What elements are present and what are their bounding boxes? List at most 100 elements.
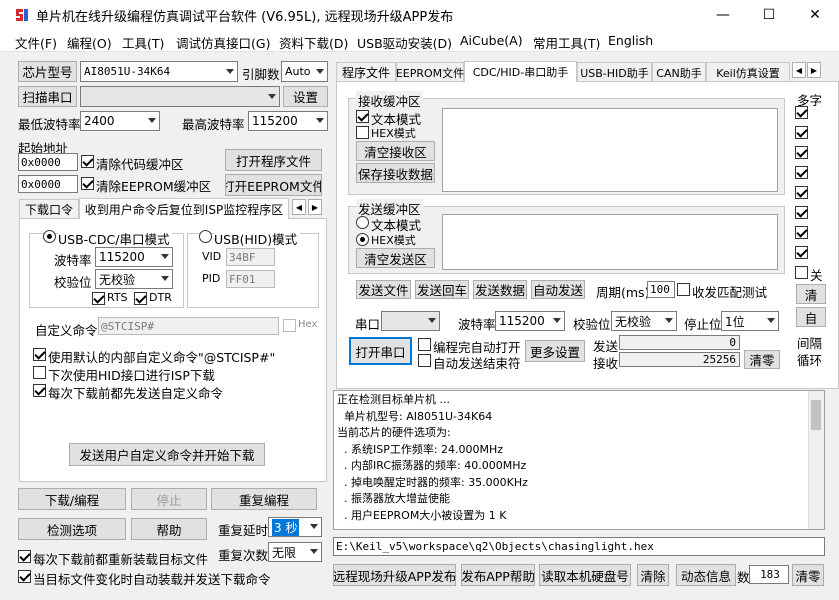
multi-send-checkbox-7[interactable] bbox=[795, 226, 808, 239]
eeprom-start-address-input[interactable]: 0x0000 bbox=[18, 175, 78, 193]
tx-hex-mode-radio[interactable] bbox=[356, 233, 369, 246]
usb-hid-radio[interactable] bbox=[199, 230, 212, 243]
multi-send-checkbox-1[interactable] bbox=[795, 106, 808, 119]
usb-cdc-radio[interactable] bbox=[43, 230, 56, 243]
auto-send-button[interactable]: 自动发送 bbox=[531, 280, 585, 299]
baud-select[interactable]: 115200 bbox=[95, 247, 173, 267]
tab-eeprom-file[interactable]: EEPROM文件 bbox=[396, 62, 464, 82]
more-settings-button[interactable]: 更多设置 bbox=[525, 340, 585, 362]
send-file-button[interactable]: 发送文件 bbox=[356, 280, 411, 299]
multi-send-checkbox-close[interactable] bbox=[795, 266, 808, 279]
multi-send-checkbox-8[interactable] bbox=[795, 246, 808, 259]
menu-file[interactable]: 文件(F) bbox=[15, 33, 57, 52]
log-scrollbar-thumb[interactable] bbox=[811, 400, 821, 430]
save-receive-button[interactable]: 保存接收数据 bbox=[356, 163, 435, 183]
rx-text-mode-checkbox[interactable] bbox=[356, 110, 369, 123]
tab-usb-hid[interactable]: USB-HID助手 bbox=[577, 62, 652, 82]
hex-checkbox[interactable] bbox=[283, 319, 296, 332]
reset-count-button[interactable]: 清零 bbox=[792, 564, 824, 586]
menu-program[interactable]: 编程(O) bbox=[67, 33, 112, 52]
dtr-checkbox[interactable] bbox=[134, 292, 147, 305]
multi-auto-button[interactable]: 自 bbox=[796, 307, 826, 327]
clear-log-button[interactable]: 清除 bbox=[637, 564, 669, 586]
right-port-select[interactable] bbox=[381, 311, 440, 331]
menu-usb-driver[interactable]: USB驱动安装(D) bbox=[357, 33, 452, 52]
menu-debug-interface[interactable]: 调试仿真接口(G) bbox=[176, 33, 270, 52]
auto-send-end-checkbox[interactable] bbox=[418, 354, 431, 367]
auto-open-checkbox[interactable] bbox=[418, 338, 431, 351]
send-textarea[interactable] bbox=[442, 214, 778, 270]
chip-type-button[interactable]: 芯片型号 bbox=[18, 61, 77, 82]
menu-common-tools[interactable]: 常用工具(T) bbox=[533, 33, 600, 52]
send-enter-button[interactable]: 发送回车 bbox=[415, 280, 469, 299]
detect-options-button[interactable]: 检测选项 bbox=[18, 518, 126, 540]
minimize-button[interactable]: — bbox=[700, 0, 746, 30]
pid-input[interactable]: FF01 bbox=[226, 270, 275, 288]
reload-before-download-checkbox[interactable] bbox=[18, 550, 31, 563]
dynamic-info-button[interactable]: 动态信息 bbox=[676, 564, 736, 586]
menu-english[interactable]: English bbox=[608, 33, 653, 48]
receive-textarea[interactable] bbox=[442, 108, 778, 192]
tab-reset-to-isp[interactable]: 收到用户命令后复位到ISP监控程序区 bbox=[79, 198, 289, 219]
multi-send-checkbox-6[interactable] bbox=[795, 206, 808, 219]
stop-bits-select[interactable]: 1位 bbox=[721, 311, 779, 331]
custom-command-input[interactable]: @STCISP# bbox=[98, 317, 279, 335]
tx-text-mode-radio[interactable] bbox=[356, 216, 369, 229]
multi-send-checkbox-2[interactable] bbox=[795, 126, 808, 139]
help-button[interactable]: 帮助 bbox=[131, 518, 207, 540]
read-disk-serial-button[interactable]: 读取本机硬盘号 bbox=[539, 564, 631, 586]
multi-send-checkbox-3[interactable] bbox=[795, 146, 808, 159]
multi-clear-button[interactable]: 清 bbox=[796, 284, 826, 304]
parity-select[interactable]: 无校验 bbox=[95, 269, 173, 289]
send-command-and-download-button[interactable]: 发送用户自定义命令并开始下载 bbox=[69, 443, 265, 466]
publish-app-button[interactable]: 远程现场升级APP发布 bbox=[333, 564, 456, 586]
hid-next-checkbox[interactable] bbox=[33, 366, 46, 379]
tab-download-password[interactable]: 下载口令 bbox=[19, 199, 79, 219]
right-parity-select[interactable]: 无校验 bbox=[611, 311, 677, 331]
vid-input[interactable]: 34BF bbox=[226, 248, 275, 266]
clear-counts-button[interactable]: 清零 bbox=[744, 350, 780, 369]
open-port-button[interactable]: 打开串口 bbox=[349, 337, 412, 365]
scan-port-button[interactable]: 扫描串口 bbox=[18, 86, 77, 107]
pin-count-select[interactable]: Auto bbox=[281, 61, 328, 82]
default-command-checkbox[interactable] bbox=[33, 348, 46, 361]
chip-type-select[interactable]: AI8051U-34K64 bbox=[80, 61, 238, 82]
reprogram-button[interactable]: 重复编程 bbox=[211, 488, 317, 510]
open-program-file-button[interactable]: 打开程序文件 bbox=[225, 149, 322, 171]
clear-receive-button[interactable]: 清空接收区 bbox=[356, 141, 435, 161]
publish-help-button[interactable]: 发布APP帮助 bbox=[461, 564, 535, 586]
send-before-download-checkbox[interactable] bbox=[33, 384, 46, 397]
max-baud-select[interactable]: 115200 bbox=[248, 111, 328, 131]
tab-scroll-left-icon[interactable]: ◀ bbox=[292, 199, 306, 215]
repeat-count-select[interactable]: 无限 bbox=[268, 542, 322, 562]
menu-tools[interactable]: 工具(T) bbox=[122, 33, 164, 52]
clear-eeprom-buffer-checkbox[interactable] bbox=[81, 177, 94, 190]
right-tab-scroll-right-icon[interactable]: ▶ bbox=[807, 62, 821, 78]
match-test-checkbox[interactable] bbox=[677, 283, 690, 296]
repeat-delay-select[interactable]: 3 秒 bbox=[268, 517, 322, 537]
multi-send-checkbox-5[interactable] bbox=[795, 186, 808, 199]
close-button[interactable]: ✕ bbox=[792, 0, 838, 30]
download-program-button[interactable]: 下载/编程 bbox=[18, 488, 126, 510]
stop-button[interactable]: 停止 bbox=[131, 488, 207, 510]
period-input[interactable]: 100 bbox=[647, 281, 675, 298]
open-eeprom-file-button[interactable]: 打开EEPROM文件 bbox=[225, 174, 322, 196]
tab-scroll-right-icon[interactable]: ▶ bbox=[308, 199, 322, 215]
rts-checkbox[interactable] bbox=[92, 292, 105, 305]
tab-program-file[interactable]: 程序文件 bbox=[336, 62, 396, 82]
code-start-address-input[interactable]: 0x0000 bbox=[18, 153, 78, 171]
tab-can[interactable]: CAN助手 bbox=[652, 62, 706, 82]
menu-downloads[interactable]: 资料下载(D) bbox=[279, 33, 348, 52]
settings-button[interactable]: 设置 bbox=[283, 86, 328, 107]
multi-send-checkbox-4[interactable] bbox=[795, 166, 808, 179]
rx-hex-mode-checkbox[interactable] bbox=[356, 126, 369, 139]
auto-reload-checkbox[interactable] bbox=[18, 570, 31, 583]
send-data-button[interactable]: 发送数据 bbox=[473, 280, 527, 299]
right-baud-select[interactable]: 115200 bbox=[495, 311, 565, 331]
clear-code-buffer-checkbox[interactable] bbox=[81, 155, 94, 168]
right-tab-scroll-left-icon[interactable]: ◀ bbox=[792, 62, 806, 78]
menu-aicube[interactable]: AiCube(A) bbox=[460, 33, 523, 48]
tab-keil-sim[interactable]: Keil仿真设置 bbox=[706, 62, 790, 82]
port-select[interactable] bbox=[80, 86, 280, 107]
tab-cdc-hid-serial[interactable]: CDC/HID-串口助手 bbox=[464, 61, 577, 82]
